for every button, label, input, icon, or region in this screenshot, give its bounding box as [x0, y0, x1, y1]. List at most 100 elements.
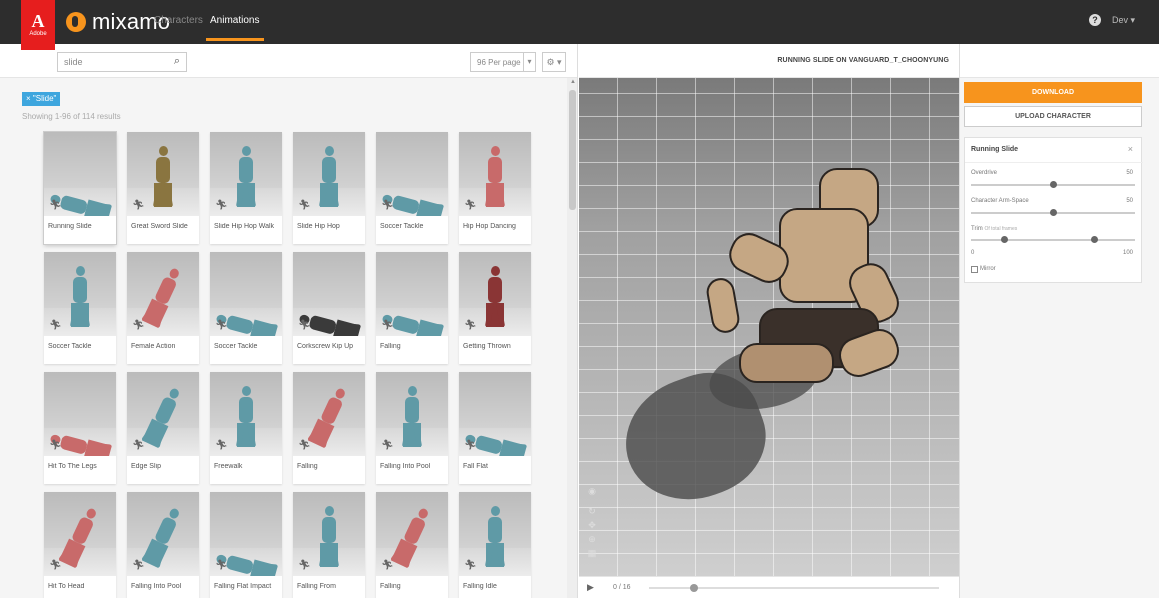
animation-card[interactable]: 🏃︎ Great Sword Slide [127, 132, 199, 244]
timeline-track[interactable] [649, 584, 939, 592]
search-icon[interactable]: ⌕ [174, 55, 180, 68]
animation-label: Getting Thrown [463, 343, 511, 350]
overdrive-slider[interactable] [971, 181, 1135, 188]
animation-card[interactable]: 🏃︎ Falling Idle [459, 492, 531, 598]
running-figure-icon: 🏃︎ [132, 200, 145, 211]
zoom-icon[interactable]: ⊕ [587, 534, 597, 544]
right-panel-header [960, 44, 1159, 78]
animation-card[interactable]: 🏃︎ Getting Thrown [459, 252, 531, 364]
running-figure-icon: 🏃︎ [298, 200, 311, 211]
animation-thumbnail: 🏃︎ [44, 132, 116, 216]
animation-card[interactable]: 🏃︎ Falling From [293, 492, 365, 598]
animation-card[interactable]: 🏃︎ Freewalk [210, 372, 282, 484]
search-input[interactable] [58, 53, 163, 71]
animation-label: Slide Hip Hop [297, 223, 340, 230]
animation-card[interactable]: 🏃︎ Falling [293, 372, 365, 484]
animation-thumbnail: 🏃︎ [127, 372, 199, 456]
animation-thumbnail: 🏃︎ [293, 372, 365, 456]
animation-card[interactable]: 🏃︎ Soccer Tackle [376, 132, 448, 244]
animation-card[interactable]: 🏃︎ Fall Flat [459, 372, 531, 484]
animation-card[interactable]: 🏃︎ Running Slide [44, 132, 116, 244]
user-menu[interactable]: Dev ▾ [1112, 15, 1135, 26]
scroll-up-icon[interactable]: ▲ [570, 79, 576, 85]
per-page-select[interactable]: 96 Per page ▾ [470, 52, 536, 72]
mirror-checkbox[interactable] [971, 266, 978, 273]
animation-card[interactable]: 🏃︎ Falling Flat Impact [210, 492, 282, 598]
animation-card[interactable]: 🏃︎ Hip Hop Dancing [459, 132, 531, 244]
adobe-logo[interactable]: A Adobe [21, 0, 55, 50]
filter-tag-label: "Slide" [32, 94, 57, 103]
camera-icon[interactable]: ◉ [587, 486, 597, 496]
upload-character-button[interactable]: UPLOAD CHARACTER [964, 106, 1142, 127]
active-tab-indicator [206, 38, 264, 41]
play-icon[interactable]: ▶ [587, 582, 594, 593]
animation-label: Falling From [297, 583, 336, 590]
animation-card[interactable]: 🏃︎ Slide Hip Hop Walk [210, 132, 282, 244]
trim-slider[interactable] [971, 236, 1135, 243]
running-figure-icon: 🏃︎ [464, 320, 477, 331]
animation-card[interactable]: 🏃︎ Falling [376, 252, 448, 364]
running-figure-icon: 🏃︎ [381, 440, 394, 451]
trim-label-text: Trim [971, 226, 983, 232]
help-icon[interactable]: ? [1089, 14, 1101, 26]
scrollbar-thumb[interactable] [569, 90, 576, 210]
trim-start-handle[interactable] [1000, 236, 1008, 243]
top-bar: A Adobe mixamo Characters Animations ? D… [0, 0, 1159, 50]
overdrive-slider-handle[interactable] [1050, 181, 1057, 188]
trim-end-handle[interactable] [1091, 236, 1098, 243]
animation-card[interactable]: 🏃︎ Falling Into Pool [376, 372, 448, 484]
animation-thumbnail: 🏃︎ [459, 492, 531, 576]
running-figure-icon: 🏃︎ [215, 560, 228, 571]
animation-thumbnail: 🏃︎ [459, 132, 531, 216]
animation-card[interactable]: 🏃︎ Hit To The Legs [44, 372, 116, 484]
animation-label: Hit To Head [48, 583, 85, 590]
running-figure-icon: 🏃︎ [49, 560, 62, 571]
animation-label: Soccer Tackle [380, 223, 424, 230]
download-button[interactable]: DOWNLOAD [964, 82, 1142, 103]
timeline-scrubber[interactable] [689, 584, 698, 592]
settings-button[interactable]: ⚙ ▾ [542, 52, 566, 72]
running-figure-icon: 🏃︎ [381, 320, 394, 331]
animation-label: Falling Flat Impact [214, 583, 272, 590]
running-figure-icon: 🏃︎ [381, 560, 394, 571]
3d-viewport[interactable]: ◉ ↻ ✥ ⊕ ▦ [579, 78, 959, 576]
character-figure [71, 266, 89, 327]
filter-tag[interactable]: × "Slide" [22, 92, 61, 106]
rotate-icon[interactable]: ↻ [587, 506, 597, 516]
tab-animations[interactable]: Animations [210, 15, 259, 26]
arm-space-slider[interactable] [971, 209, 1135, 216]
pan-icon[interactable]: ✥ [587, 520, 597, 530]
frame-counter: 0 / 16 [613, 584, 631, 591]
overdrive-value: 50 [1126, 170, 1133, 176]
arm-space-slider-handle[interactable] [1050, 209, 1057, 216]
animation-card[interactable]: 🏃︎ Soccer Tackle [210, 252, 282, 364]
character-figure [486, 146, 504, 207]
animation-card[interactable]: 🏃︎ Corkscrew Kip Up [293, 252, 365, 364]
adobe-logo-text: Adobe [29, 31, 47, 37]
animation-label: Hip Hop Dancing [463, 223, 516, 230]
animation-card[interactable]: 🏃︎ Female Action [127, 252, 199, 364]
search-toolbar: ⌕ 96 Per page ▾ ⚙ ▾ [0, 44, 577, 78]
animation-card[interactable]: 🏃︎ Slide Hip Hop [293, 132, 365, 244]
gear-icon: ⚙ [546, 57, 555, 67]
results-count: Showing 1-96 of 114 results [22, 112, 121, 121]
grid-icon[interactable]: ▦ [587, 548, 597, 558]
running-figure-icon: 🏃︎ [49, 200, 62, 211]
running-figure-icon: 🏃︎ [215, 200, 228, 211]
scrollbar[interactable]: ▲ [567, 78, 577, 598]
animation-thumbnail: 🏃︎ [459, 252, 531, 336]
right-panel: DOWNLOAD UPLOAD CHARACTER Running Slide … [959, 44, 1159, 598]
animation-card[interactable]: 🏃︎ Hit To Head [44, 492, 116, 598]
animation-label: Falling Into Pool [380, 463, 431, 470]
animation-label: Fall Flat [463, 463, 488, 470]
animation-label: Falling [297, 463, 318, 470]
close-icon[interactable]: × [1128, 144, 1133, 154]
animation-card[interactable]: 🏃︎ Falling [376, 492, 448, 598]
animation-card[interactable]: 🏃︎ Soccer Tackle [44, 252, 116, 364]
animation-grid: 🏃︎ Running Slide 🏃︎ Great Sword Slide 🏃︎ Slid… [44, 132, 531, 598]
animation-card[interactable]: 🏃︎ Falling Into Pool [127, 492, 199, 598]
tab-characters[interactable]: Characters [154, 15, 203, 26]
animation-card[interactable]: 🏃︎ Edge Slip [127, 372, 199, 484]
character-figure [403, 386, 421, 447]
animation-thumbnail: 🏃︎ [376, 252, 448, 336]
